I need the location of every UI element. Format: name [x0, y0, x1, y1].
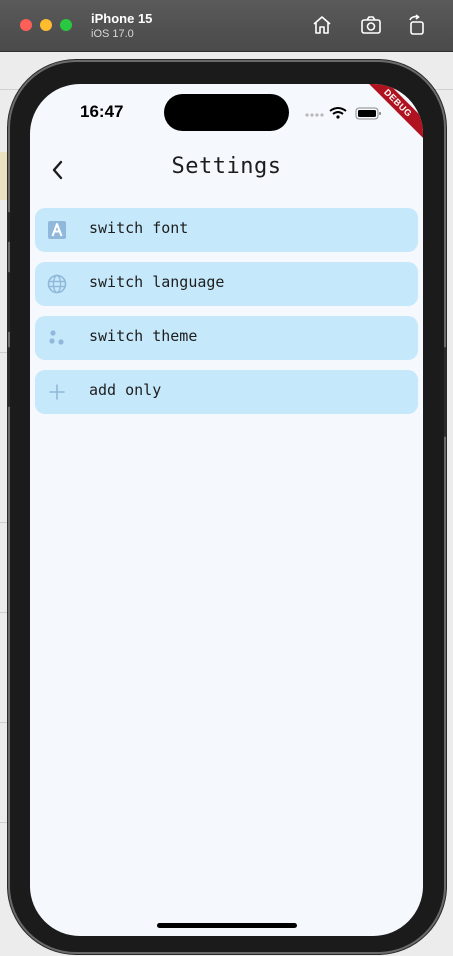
rotate-button[interactable] [406, 14, 428, 36]
font-icon [48, 221, 66, 239]
settings-item-switch-language[interactable]: switch language [35, 262, 418, 306]
plus-icon [49, 384, 65, 400]
globe-icon [47, 274, 67, 294]
window-close-button[interactable] [20, 19, 32, 31]
home-indicator[interactable] [157, 923, 297, 928]
window-maximize-button[interactable] [60, 19, 72, 31]
page-title: Settings [171, 154, 282, 179]
volume-up-button [7, 272, 10, 332]
home-icon [313, 16, 331, 34]
palette-dots-icon [49, 330, 64, 345]
phone-screen: 16:47 DEBUG Settings switch font switch … [30, 84, 423, 936]
settings-item-label: switch font [89, 219, 189, 237]
rotate-icon [409, 14, 424, 35]
app-header: Settings [30, 146, 423, 194]
status-time: 16:47 [80, 102, 124, 121]
volume-down-button [7, 347, 10, 407]
settings-item-add-only[interactable]: add only [35, 370, 418, 414]
home-button[interactable] [311, 14, 333, 36]
battery-icon [355, 107, 381, 120]
settings-list: switch font switch language switch theme… [35, 208, 418, 424]
action-button [7, 212, 10, 242]
settings-item-label: switch theme [89, 327, 198, 345]
simulator-os-version: iOS 17.0 [91, 28, 134, 40]
wifi-icon [329, 107, 347, 119]
camera-icon [361, 16, 381, 34]
power-button [444, 347, 447, 437]
signal-icon [305, 113, 324, 117]
dynamic-island [164, 94, 289, 131]
settings-item-switch-theme[interactable]: switch theme [35, 316, 418, 360]
settings-item-switch-font[interactable]: switch font [35, 208, 418, 252]
simulator-device-name: iPhone 15 [91, 11, 153, 26]
simulator-titlebar: iPhone 15 iOS 17.0 [0, 0, 453, 52]
window-minimize-button[interactable] [40, 19, 52, 31]
settings-item-label: add only [89, 381, 162, 399]
screenshot-button[interactable] [360, 14, 382, 36]
settings-item-label: switch language [89, 273, 225, 291]
status-indicators [305, 107, 381, 120]
